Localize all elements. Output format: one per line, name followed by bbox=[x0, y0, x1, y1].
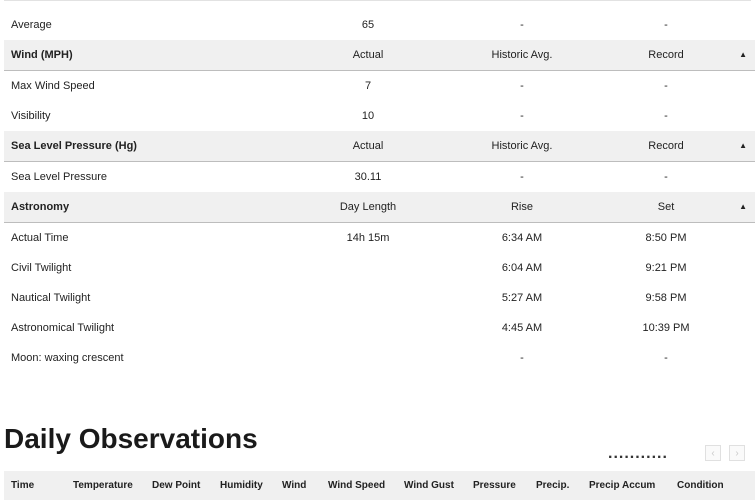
table-row-average: Average 65 - - bbox=[4, 10, 755, 40]
collapse-caret-icon[interactable]: ▲ bbox=[739, 40, 747, 70]
section-title: Sea Level Pressure (Hg) bbox=[11, 140, 137, 152]
row-label: Actual Time bbox=[11, 232, 69, 244]
actual-value: 30.11 bbox=[354, 171, 382, 183]
table-row: Actual Time 14h 15m 6:34 AM 8:50 PM bbox=[4, 223, 755, 253]
row-label: Nautical Twilight bbox=[11, 292, 91, 304]
section-title: Wind (MPH) bbox=[11, 49, 73, 61]
column-header-temperature[interactable]: Temperature bbox=[73, 471, 133, 500]
section-title: Astronomy bbox=[11, 201, 70, 213]
table-row: Astronomical Twilight 4:45 AM 10:39 PM bbox=[4, 313, 755, 343]
row-label: Moon: waxing crescent bbox=[11, 352, 124, 364]
column-header-wind-speed[interactable]: Wind Speed bbox=[328, 471, 385, 500]
collapse-caret-icon[interactable]: ▲ bbox=[739, 192, 747, 222]
column-header: Actual bbox=[352, 49, 384, 61]
column-header: Rise bbox=[510, 201, 533, 213]
rise-value: - bbox=[520, 352, 524, 364]
historic-value: - bbox=[520, 19, 524, 31]
column-header-condition[interactable]: Condition bbox=[677, 471, 724, 500]
table-row: Moon: waxing crescent - - bbox=[4, 343, 755, 373]
column-header-dew-point[interactable]: Dew Point bbox=[152, 471, 200, 500]
actual-value: 65 bbox=[361, 19, 375, 31]
row-label: Max Wind Speed bbox=[11, 80, 95, 92]
record-value: - bbox=[664, 171, 668, 183]
day-length-value: 14h 15m bbox=[346, 232, 390, 244]
day-length-value bbox=[308, 343, 428, 373]
column-header: Historic Avg. bbox=[491, 140, 553, 152]
record-value: - bbox=[664, 80, 668, 92]
column-header-humidity[interactable]: Humidity bbox=[220, 471, 263, 500]
column-header: Record bbox=[648, 49, 684, 61]
row-label: Civil Twilight bbox=[11, 262, 72, 274]
scroll-left-icon[interactable]: ‹ bbox=[705, 445, 721, 461]
pressure-section-header[interactable]: Sea Level Pressure (Hg) Actual Historic … bbox=[4, 131, 755, 162]
table-row: Civil Twilight 6:04 AM 9:21 PM bbox=[4, 253, 755, 283]
set-value: 8:50 PM bbox=[645, 232, 687, 244]
column-header-wind-gust[interactable]: Wind Gust bbox=[404, 471, 454, 500]
rise-value: 6:34 AM bbox=[501, 232, 543, 244]
day-length-value bbox=[308, 313, 428, 343]
scroll-right-icon[interactable]: › bbox=[729, 445, 745, 461]
table-divider bbox=[4, 0, 751, 1]
column-header: Set bbox=[657, 201, 675, 213]
astronomy-section-header[interactable]: Astronomy Day Length Rise Set ▲ bbox=[4, 192, 755, 223]
day-length-value bbox=[308, 283, 428, 313]
actual-value: 7 bbox=[364, 80, 372, 92]
table-row: Nautical Twilight 5:27 AM 9:58 PM bbox=[4, 283, 755, 313]
historic-value: - bbox=[520, 110, 524, 122]
column-header: Actual bbox=[352, 140, 384, 152]
set-value: - bbox=[664, 352, 668, 364]
row-label: Average bbox=[11, 19, 52, 31]
column-header-precip-accum[interactable]: Precip Accum bbox=[589, 471, 655, 500]
row-label: Sea Level Pressure bbox=[11, 171, 107, 183]
historic-value: - bbox=[520, 80, 524, 92]
historic-value: - bbox=[520, 171, 524, 183]
table-row: Max Wind Speed 7 - - bbox=[4, 71, 755, 101]
column-header-precip[interactable]: Precip. bbox=[536, 471, 569, 500]
table-row: Sea Level Pressure 30.11 - - bbox=[4, 162, 755, 192]
record-value: - bbox=[664, 110, 668, 122]
day-length-value bbox=[308, 253, 428, 283]
pagination-dots[interactable]: ........... bbox=[608, 446, 668, 462]
column-header-pressure[interactable]: Pressure bbox=[473, 471, 516, 500]
set-value: 9:21 PM bbox=[645, 262, 687, 274]
set-value: 9:58 PM bbox=[645, 292, 687, 304]
column-header-wind[interactable]: Wind bbox=[282, 471, 306, 500]
rise-value: 4:45 AM bbox=[501, 322, 543, 334]
row-label: Astronomical Twilight bbox=[11, 322, 115, 334]
record-value: - bbox=[664, 19, 668, 31]
set-value: 10:39 PM bbox=[642, 322, 690, 334]
daily-observations-title: Daily Observations bbox=[4, 423, 258, 454]
actual-value: 10 bbox=[361, 110, 375, 122]
collapse-caret-icon[interactable]: ▲ bbox=[739, 131, 747, 161]
observations-table-header: Time Temperature Dew Point Humidity Wind… bbox=[4, 471, 755, 500]
column-header: Day Length bbox=[339, 201, 397, 213]
rise-value: 5:27 AM bbox=[501, 292, 543, 304]
column-header: Historic Avg. bbox=[491, 49, 553, 61]
row-label: Visibility bbox=[11, 110, 51, 122]
rise-value: 6:04 AM bbox=[501, 262, 543, 274]
column-header: Record bbox=[648, 140, 684, 152]
column-header-time[interactable]: Time bbox=[11, 471, 34, 500]
table-row: Visibility 10 - - bbox=[4, 101, 755, 131]
wind-section-header[interactable]: Wind (MPH) Actual Historic Avg. Record ▲ bbox=[4, 40, 755, 71]
